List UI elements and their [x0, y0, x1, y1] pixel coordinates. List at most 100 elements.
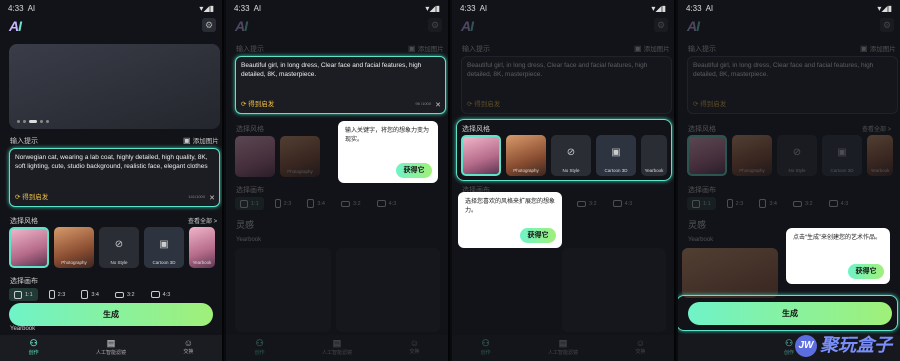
ratio-3-4[interactable]: 3:4 [302, 197, 330, 210]
app-logo: AI [461, 18, 474, 34]
style-card[interactable] [687, 135, 727, 176]
screen-tip-generate: 4:33AI▾◢▮ AI ⚙ 输入提示 添加图片 Beautiful girl,… [678, 0, 900, 361]
ratio-4-3[interactable]: 4:3 [146, 288, 176, 301]
got-it-button[interactable]: 获得它 [848, 264, 884, 279]
generate-button[interactable]: 生成 [9, 303, 213, 326]
nav-create[interactable]: ⚇ 创作 [481, 338, 491, 361]
ratio-list: 1:1 2:3 3:4 3:2 4:3 [687, 197, 853, 210]
bottom-nav: ⚇ 创作 ▤ 人工智能滤镜 ☺ 交换 [452, 335, 674, 361]
style-card[interactable]: ▣ Cartoon 3D [822, 135, 862, 176]
create-icon: ⚇ [29, 338, 38, 348]
inspiration-card[interactable] [235, 248, 331, 332]
gear-icon[interactable]: ⚙ [202, 18, 216, 32]
inspire-button[interactable]: ⟳ 得到启发 [15, 193, 48, 202]
nav-create[interactable]: ⚇ 创作 [255, 338, 265, 361]
ratio-1-1[interactable]: 1:1 [9, 288, 38, 301]
ratio-4-3[interactable]: 4:3 [608, 197, 638, 210]
style-label: 选择风格 [688, 126, 716, 133]
ratio-3-2[interactable]: 3:2 [336, 197, 366, 210]
bottom-nav: ⚇ 创作 ▤ 人工智能滤镜 ☺ 交换 [0, 335, 222, 361]
nav-swap[interactable]: ☺ 交换 [635, 338, 645, 361]
ratio-2-3[interactable]: 2:3 [270, 197, 297, 210]
prompt-input[interactable]: Beautiful girl, in long dress, Clear fac… [461, 56, 672, 114]
inspiration-card[interactable] [562, 248, 666, 332]
signal-icon: ▾◢▮ [877, 4, 892, 13]
swap-icon: ☺ [183, 338, 193, 348]
watermark: JW 聚玩盒子 [795, 331, 892, 357]
add-image-button[interactable]: 添加图片 [183, 135, 219, 145]
style-card[interactable]: Photography [732, 135, 772, 176]
prompt-text: Beautiful girl, in long dress, Clear fac… [467, 62, 648, 78]
ratio-label: 选择画布 [10, 278, 38, 285]
generate-button[interactable]: 生成 [688, 302, 892, 325]
ratio-list: 3:2 4:3 [572, 197, 637, 210]
ratio-label: 选择画布 [688, 187, 716, 194]
status-bar: 4:33 AI ▾◢▮ [234, 4, 440, 13]
style-card[interactable]: Photography [506, 135, 546, 176]
inspiration-card[interactable] [682, 248, 778, 298]
style-card[interactable]: ▣ Cartoon 3D [596, 135, 636, 176]
ratio-list: 1:1 2:3 3:4 3:2 4:3 [235, 197, 401, 210]
ratio-2-3[interactable]: 2:3 [44, 288, 71, 301]
style-card[interactable]: Yearbook [189, 227, 215, 268]
nav-swap[interactable]: ☺ 交换 [183, 338, 193, 361]
inspiration-card[interactable] [336, 248, 440, 332]
nav-create[interactable]: ⚇ 创作 [29, 338, 39, 361]
gear-icon[interactable]: ⚙ [654, 18, 668, 32]
ratio-3-2[interactable]: 3:2 [572, 197, 602, 210]
style-card[interactable] [9, 227, 49, 268]
ratio-1-1[interactable]: 1:1 [687, 197, 716, 210]
app-logo: AI [9, 18, 22, 34]
clear-icon[interactable]: ✕ [209, 194, 215, 203]
style-card[interactable]: ▣ Cartoon 3D [144, 227, 184, 268]
style-card[interactable] [461, 135, 501, 176]
add-image-button[interactable]: 添加图片 [860, 43, 896, 53]
screen-tip-prompt: 4:33AI▾◢▮ AI ⚙ 输入提示 添加图片 Beautiful girl,… [226, 0, 450, 361]
gear-icon[interactable]: ⚙ [880, 18, 894, 32]
ratio-label: 选择画布 [236, 187, 264, 194]
app-logo: AI [235, 18, 248, 34]
view-all-link[interactable]: 查看全部 > [188, 216, 217, 225]
ratio-3-4[interactable]: 3:4 [76, 288, 104, 301]
view-all-link[interactable]: 查看全部 > [862, 124, 891, 133]
style-card[interactable]: Yearbook [867, 135, 893, 176]
nav-filters[interactable]: ▤ 人工智能滤镜 [548, 338, 578, 361]
inspire-button[interactable]: ⟳ 得到启发 [467, 100, 500, 109]
clear-icon[interactable]: ✕ [435, 101, 441, 110]
banner-carousel[interactable] [9, 44, 220, 129]
got-it-button[interactable]: 获得它 [520, 228, 556, 243]
nav-create[interactable]: ⚇ 创作 [784, 338, 794, 361]
status-bar: 4:33 AI ▾◢▮ [0, 4, 222, 14]
prompt-label: 输入提示 [236, 46, 264, 53]
cartoon-icon: ▣ [611, 147, 621, 158]
nav-filters[interactable]: ▤ 人工智能滤镜 [96, 338, 126, 361]
prompt-label: 输入提示 [10, 138, 38, 145]
ratio-4-3[interactable]: 4:3 [824, 197, 854, 210]
prompt-input[interactable]: Norwegian cat, wearing a lab coat, highl… [9, 148, 220, 207]
style-card[interactable]: Photography [280, 136, 320, 177]
add-image-button[interactable]: 添加图片 [408, 43, 444, 53]
ratio-2-3[interactable]: 2:3 [722, 197, 749, 210]
ratio-4-3[interactable]: 4:3 [372, 197, 402, 210]
style-card[interactable]: ⊘ No Style [551, 135, 591, 176]
app-logo: AI [687, 18, 700, 34]
add-image-button[interactable]: 添加图片 [634, 43, 670, 53]
ratio-3-2[interactable]: 3:2 [788, 197, 818, 210]
inspire-button[interactable]: ⟳ 得到启发 [241, 100, 274, 109]
style-card[interactable]: Yearbook [641, 135, 667, 176]
style-card[interactable]: ⊘ No Style [777, 135, 817, 176]
prompt-input[interactable]: Beautiful girl, in long dress, Clear fac… [235, 56, 446, 114]
style-card[interactable] [235, 136, 275, 177]
nav-swap[interactable]: ☺ 交换 [409, 338, 419, 361]
style-card[interactable]: ⊘ No Style [99, 227, 139, 268]
inspire-button[interactable]: ⟳ 得到启发 [693, 100, 726, 109]
prompt-input[interactable]: Beautiful girl, in long dress, Clear fac… [687, 56, 898, 114]
ratio-1-1[interactable]: 1:1 [235, 197, 264, 210]
style-card[interactable]: Photography [54, 227, 94, 268]
nav-filters[interactable]: ▤ 人工智能滤镜 [322, 338, 352, 361]
prompt-text: Beautiful girl, in long dress, Clear fac… [241, 62, 422, 78]
ratio-3-4[interactable]: 3:4 [754, 197, 782, 210]
gear-icon[interactable]: ⚙ [428, 18, 442, 32]
got-it-button[interactable]: 获得它 [396, 163, 432, 178]
ratio-3-2[interactable]: 3:2 [110, 288, 140, 301]
